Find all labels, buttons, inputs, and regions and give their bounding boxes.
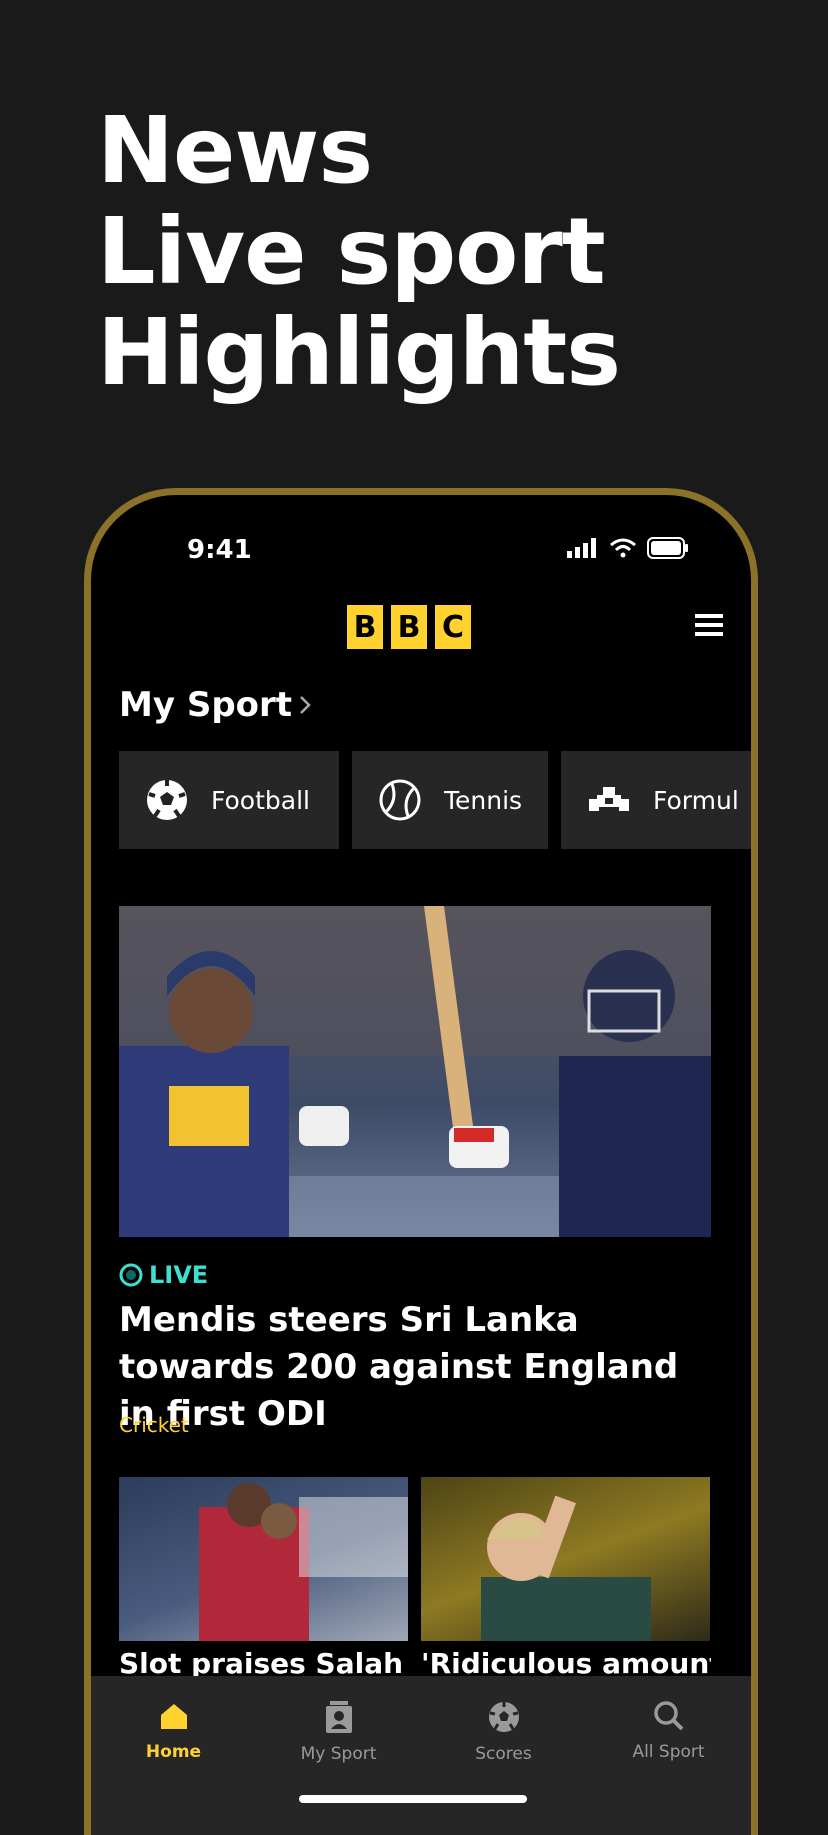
logo-letter-c: C [435, 605, 471, 649]
logo-letter-b: B [347, 605, 383, 649]
chevron-right-icon [300, 696, 311, 714]
tab-all-sport[interactable]: All Sport [586, 1676, 751, 1835]
formula1-car-icon [589, 787, 629, 811]
scores-icon [488, 1702, 519, 1732]
logo-letter-b: B [391, 605, 427, 649]
search-icon [653, 1701, 683, 1731]
battery-icon [647, 537, 688, 559]
promo-line-live-sport: Live sport [97, 198, 606, 305]
chip-label: Tennis [444, 785, 523, 815]
status-time: 9:41 [187, 535, 252, 565]
chip-tennis[interactable]: Tennis [352, 751, 548, 849]
promo-headline: News Live sport Highlights [97, 97, 621, 406]
football-icon [147, 780, 187, 820]
tab-my-sport[interactable]: My Sport [256, 1676, 421, 1835]
tab-label: Home [145, 1742, 202, 1762]
live-indicator: LIVE [119, 1261, 208, 1289]
live-icon [119, 1263, 143, 1287]
tab-label: My Sport [300, 1744, 377, 1764]
cricket-players-image [119, 906, 711, 1237]
story-thumbnail[interactable] [421, 1477, 710, 1641]
chip-label: Formul [653, 785, 739, 815]
story-thumbnail[interactable] [119, 1477, 408, 1641]
promo-line-news: News [97, 97, 373, 204]
home-indicator[interactable] [299, 1795, 527, 1803]
signal-icon [567, 538, 596, 558]
tab-label: All Sport [632, 1742, 705, 1762]
football-players-image [199, 1483, 408, 1641]
status-icons [567, 537, 689, 559]
home-icon [160, 1704, 187, 1729]
tab-scores[interactable]: Scores [421, 1676, 586, 1835]
hero-category-tag[interactable]: Cricket [119, 1413, 189, 1437]
tennis-icon [379, 779, 421, 821]
bottom-tab-bar: Home My Sport Scores All Sport [91, 1676, 751, 1835]
hero-headline[interactable]: Mendis steers Sri Lanka towards 200 agai… [119, 1297, 709, 1438]
my-sport-icon [325, 1701, 352, 1733]
tab-label: Scores [475, 1744, 532, 1764]
my-sport-link[interactable]: My Sport [119, 685, 312, 725]
sport-chips: Football Tennis Formul [119, 751, 751, 849]
hamburger-menu-icon[interactable] [695, 613, 723, 637]
my-sport-heading: My Sport [119, 685, 293, 725]
hero-image[interactable] [119, 906, 711, 1237]
bbc-logo: B B C [347, 605, 471, 649]
chip-formula1[interactable]: Formul [561, 751, 751, 849]
wifi-icon [610, 538, 636, 558]
tab-home[interactable]: Home [91, 1676, 256, 1835]
phone-frame: 9:41 B B C My Sport Football Tennis Form… [84, 488, 758, 1835]
chip-label: Football [211, 785, 310, 815]
promo-line-highlights: Highlights [97, 299, 621, 406]
chip-football[interactable]: Football [119, 751, 339, 849]
live-label: LIVE [149, 1261, 209, 1289]
footballer-image [481, 1495, 651, 1641]
